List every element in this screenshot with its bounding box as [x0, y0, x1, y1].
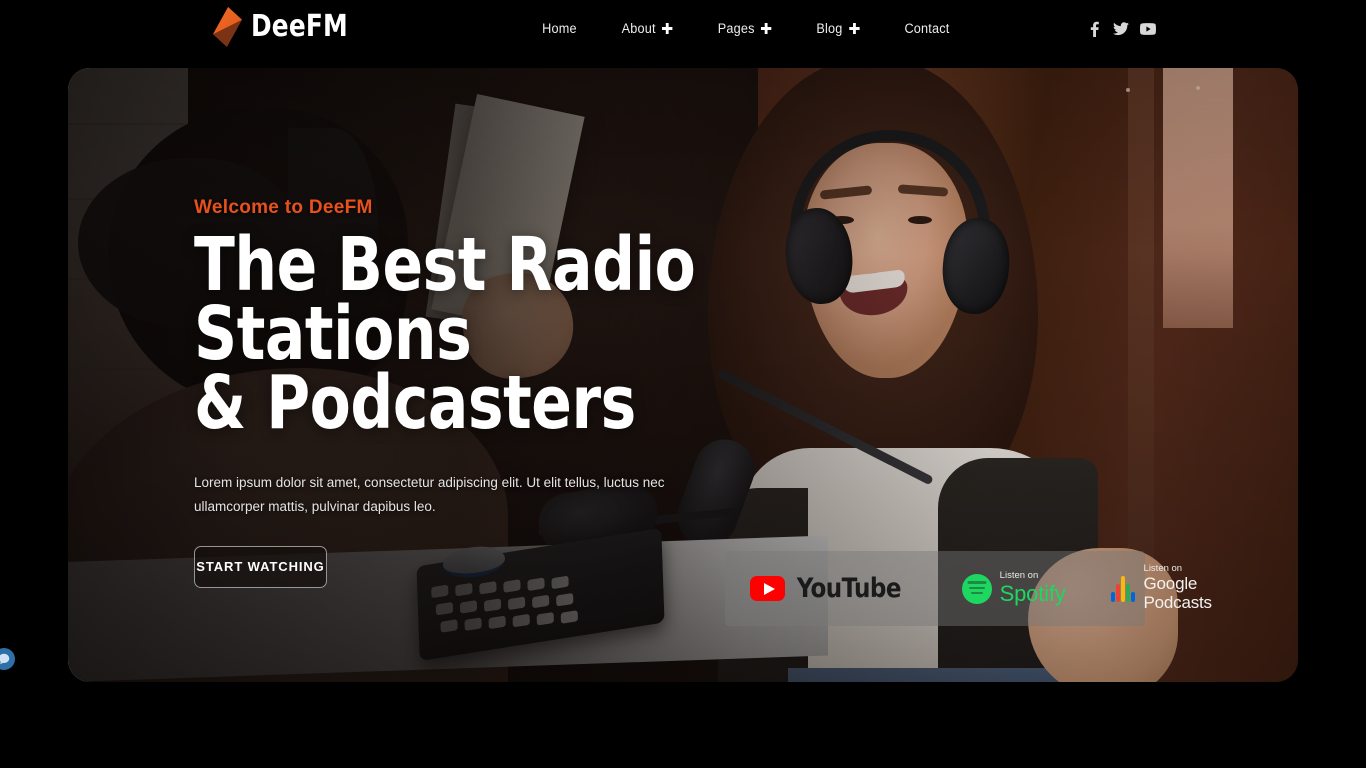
spotify-icon	[961, 573, 992, 604]
nav-label: Home	[542, 21, 577, 36]
brand-name: DeeFM	[251, 9, 348, 44]
brand-logo-link[interactable]: DeeFM	[213, 7, 356, 47]
plus-icon	[761, 23, 772, 34]
platform-badge-spotify[interactable]: Listen on Spotify	[961, 570, 1066, 606]
hero-content: Welcome to DeeFM The Best Radio Stations…	[194, 197, 834, 588]
platform-name: YouTube	[796, 573, 902, 604]
nav-item-about[interactable]: About	[602, 21, 693, 36]
platform-name: Google Podcasts	[1143, 574, 1213, 613]
hero-title-line-2: & Podcasters	[194, 359, 636, 446]
hero-title: The Best Radio Stations & Podcasters	[194, 228, 770, 446]
facebook-icon[interactable]	[1086, 21, 1102, 37]
hero-eyebrow: Welcome to DeeFM	[194, 197, 373, 218]
platform-badge-google-podcasts[interactable]: Listen on Google Podcasts	[1110, 562, 1213, 613]
nav-label: About	[621, 21, 656, 36]
start-watching-button[interactable]: START WATCHING	[194, 545, 327, 588]
platform-kicker: Listen on	[1143, 562, 1183, 574]
site-header: DeeFM Home About Pages Blog Contact	[0, 0, 1366, 57]
diamond-logo-icon	[213, 7, 242, 47]
nav-item-pages[interactable]: Pages	[698, 21, 791, 36]
hero-section: Welcome to DeeFM The Best Radio Stations…	[68, 68, 1298, 682]
chat-bubble-icon[interactable]	[0, 648, 15, 670]
google-podcasts-icon	[1110, 575, 1137, 602]
youtube-icon[interactable]	[1140, 21, 1156, 37]
youtube-play-icon	[750, 576, 785, 601]
platform-name: Spotify	[999, 580, 1066, 606]
platform-badges: YouTube Listen on Spotify Listen on Goog…	[725, 551, 1212, 626]
nav-label: Blog	[816, 21, 843, 36]
nav-item-contact[interactable]: Contact	[885, 21, 970, 36]
nav-item-blog[interactable]: Blog	[797, 21, 880, 36]
plus-icon	[662, 23, 673, 34]
social-links	[1086, 0, 1156, 57]
nav-label: Pages	[717, 21, 755, 36]
plus-icon	[849, 23, 860, 34]
nav-label: Contact	[904, 21, 950, 36]
hero-title-line-1: The Best Radio Stations	[194, 222, 696, 377]
twitter-icon[interactable]	[1113, 21, 1129, 37]
hero-description: Lorem ipsum dolor sit amet, consectetur …	[194, 475, 665, 514]
nav-item-home[interactable]: Home	[522, 21, 596, 36]
platform-badge-youtube[interactable]: YouTube	[750, 573, 904, 604]
main-navigation: Home About Pages Blog Contact	[520, 0, 972, 57]
